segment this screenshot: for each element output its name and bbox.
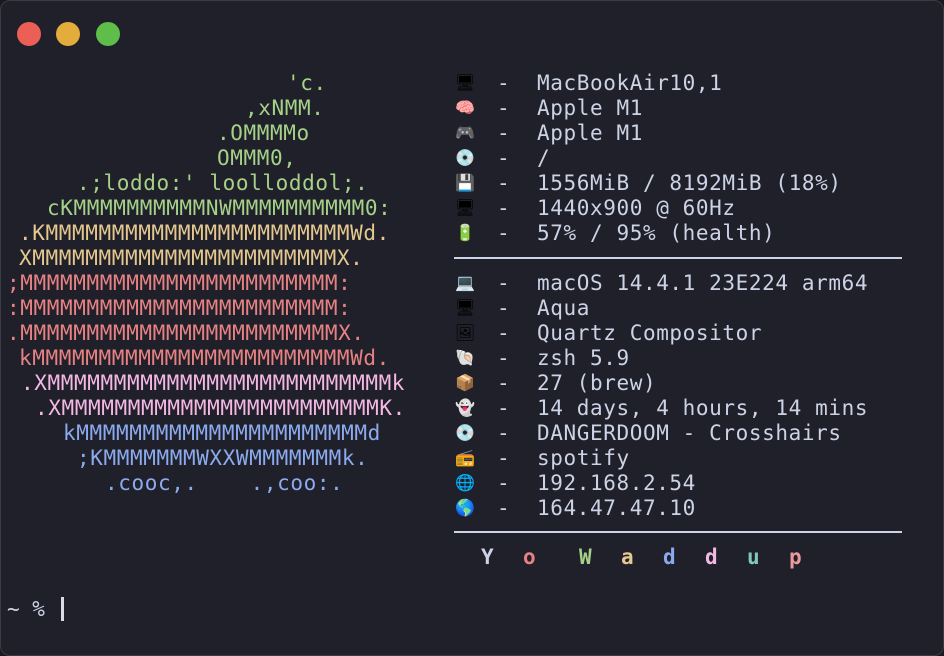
info-separator-dash: - xyxy=(497,221,510,245)
logo-line: ,xNMM. xyxy=(245,96,325,120)
info-value: spotify xyxy=(537,446,630,470)
info-value: 1556MiB / 8192MiB (18%) xyxy=(537,171,842,195)
greeting-char: p xyxy=(789,545,802,569)
logo-line: kMMMMMMMMMMMMMMMMMMMMMMd xyxy=(63,421,381,445)
greeting-char: Y xyxy=(481,545,494,569)
info-separator-1 xyxy=(454,257,902,259)
info-value: Aqua xyxy=(537,296,590,320)
info-value: 27 (brew) xyxy=(537,371,657,395)
logo-line: .OMMMMo xyxy=(217,121,310,145)
info-separator-dash: - xyxy=(497,271,510,295)
greeting-char: u xyxy=(747,545,760,569)
logo-line: :MMMMMMMMMMMMMMMMMMMMMMMM: xyxy=(7,296,352,320)
globe-icon: 🌐 xyxy=(455,473,475,492)
logo-line: .MMMMMMMMMMMMMMMMMMMMMMMMX. xyxy=(7,321,365,345)
logo-line: OMMM0, xyxy=(217,146,297,170)
logo-line: 'c. xyxy=(287,71,327,95)
logo-line: kMMMMMMMMMMMMMMMMMMMMMMMMWd. xyxy=(19,346,390,370)
info-separator-dash: - xyxy=(497,171,510,195)
ghost-icon: 👻 xyxy=(455,398,475,417)
info-separator-dash: - xyxy=(497,446,510,470)
info-value: 14 days, 4 hours, 14 mins xyxy=(537,396,869,420)
info-value: 1440x900 @ 60Hz xyxy=(537,196,736,220)
info-value: 57% / 95% (health) xyxy=(537,221,776,245)
info-separator-dash: - xyxy=(497,196,510,220)
package-icon: 📦 xyxy=(455,373,475,392)
info-separator-dash: - xyxy=(497,471,510,495)
monitor-icon: 🖥 xyxy=(454,198,476,217)
info-value: macOS 14.4.1 23E224 arm64 xyxy=(537,271,869,295)
info-separator-dash: - xyxy=(497,396,510,420)
brain-icon: 🧠 xyxy=(455,98,475,117)
info-separator-dash: - xyxy=(497,496,510,520)
logo-line: .KMMMMMMMMMMMMMMMMMMMMMMMWd. xyxy=(19,221,390,245)
info-value: / xyxy=(537,146,551,170)
info-separator-dash: - xyxy=(497,96,510,120)
logo-line: .;loddo:' loolloddol;. xyxy=(77,171,369,195)
shell-icon: 🐚 xyxy=(455,348,475,367)
info-value: 192.168.2.54 xyxy=(537,471,696,495)
greeting-char: d xyxy=(705,545,718,569)
framed-picture-icon: 🖼 xyxy=(454,323,476,342)
info-value: Apple M1 xyxy=(537,121,643,145)
floppy-icon: 💾 xyxy=(455,173,475,192)
greeting-char: d xyxy=(663,545,676,569)
minimize-button[interactable] xyxy=(56,22,80,46)
info-value: MacBookAir10,1 xyxy=(537,71,723,95)
text-cursor[interactable] xyxy=(61,597,64,621)
monitor-icon: 🖥 xyxy=(454,298,476,317)
greeting-char: o xyxy=(523,545,536,569)
title-bar[interactable] xyxy=(1,1,943,61)
info-value: Apple M1 xyxy=(537,96,643,120)
gamepad-icon: 🎮 xyxy=(455,123,475,142)
info-separator-dash: - xyxy=(497,121,510,145)
info-value: Quartz Compositor xyxy=(537,321,763,345)
logo-line: ;KMMMMMMMWXXWMMMMMMMk. xyxy=(77,446,369,470)
greeting-char: a xyxy=(621,545,634,569)
logo-line: XMMMMMMMMMMMMMMMMMMMMMMMX. xyxy=(19,246,364,270)
logo-line: cKMMMMMMMMMMNWMMMMMMMMMM0: xyxy=(47,196,392,220)
shell-prompt: ~ % xyxy=(7,597,45,621)
info-value: DANGERDOOM - Crosshairs xyxy=(537,421,842,445)
info-separator-dash: - xyxy=(497,421,510,445)
info-separator-dash: - xyxy=(497,296,510,320)
info-separator-dash: - xyxy=(497,346,510,370)
greeting-char: W xyxy=(579,545,592,569)
maximize-button[interactable] xyxy=(96,22,120,46)
info-value: 164.47.47.10 xyxy=(537,496,696,520)
radio-icon: 📻 xyxy=(455,448,475,467)
monitor-icon: 🖥 xyxy=(454,73,476,92)
info-separator-dash: - xyxy=(497,71,510,95)
info-separator-dash: - xyxy=(497,146,510,170)
info-separator-dash: - xyxy=(497,321,510,345)
logo-line: ;MMMMMMMMMMMMMMMMMMMMMMMM: xyxy=(7,271,352,295)
disc-icon: 💿 xyxy=(455,148,475,167)
disc-icon: 💿 xyxy=(455,423,475,442)
earth-icon: 🌎 xyxy=(455,498,475,517)
terminal-window[interactable]: 'c. ,xNMM. .OMMMMo OMMM0, .;loddo:' loollodd… xyxy=(0,0,944,656)
info-value: zsh 5.9 xyxy=(537,346,630,370)
logo-line: .cooc,. .,coo:. xyxy=(105,471,344,495)
close-button[interactable] xyxy=(17,22,41,46)
info-separator-2 xyxy=(454,531,902,533)
logo-line: .XMMMMMMMMMMMMMMMMMMMMMMMMMMk xyxy=(21,371,406,395)
logo-line: .XMMMMMMMMMMMMMMMMMMMMMMMMK. xyxy=(35,396,406,420)
info-separator-dash: - xyxy=(497,371,510,395)
laptop-icon: 💻 xyxy=(455,273,475,292)
battery-icon: 🔋 xyxy=(455,223,475,242)
